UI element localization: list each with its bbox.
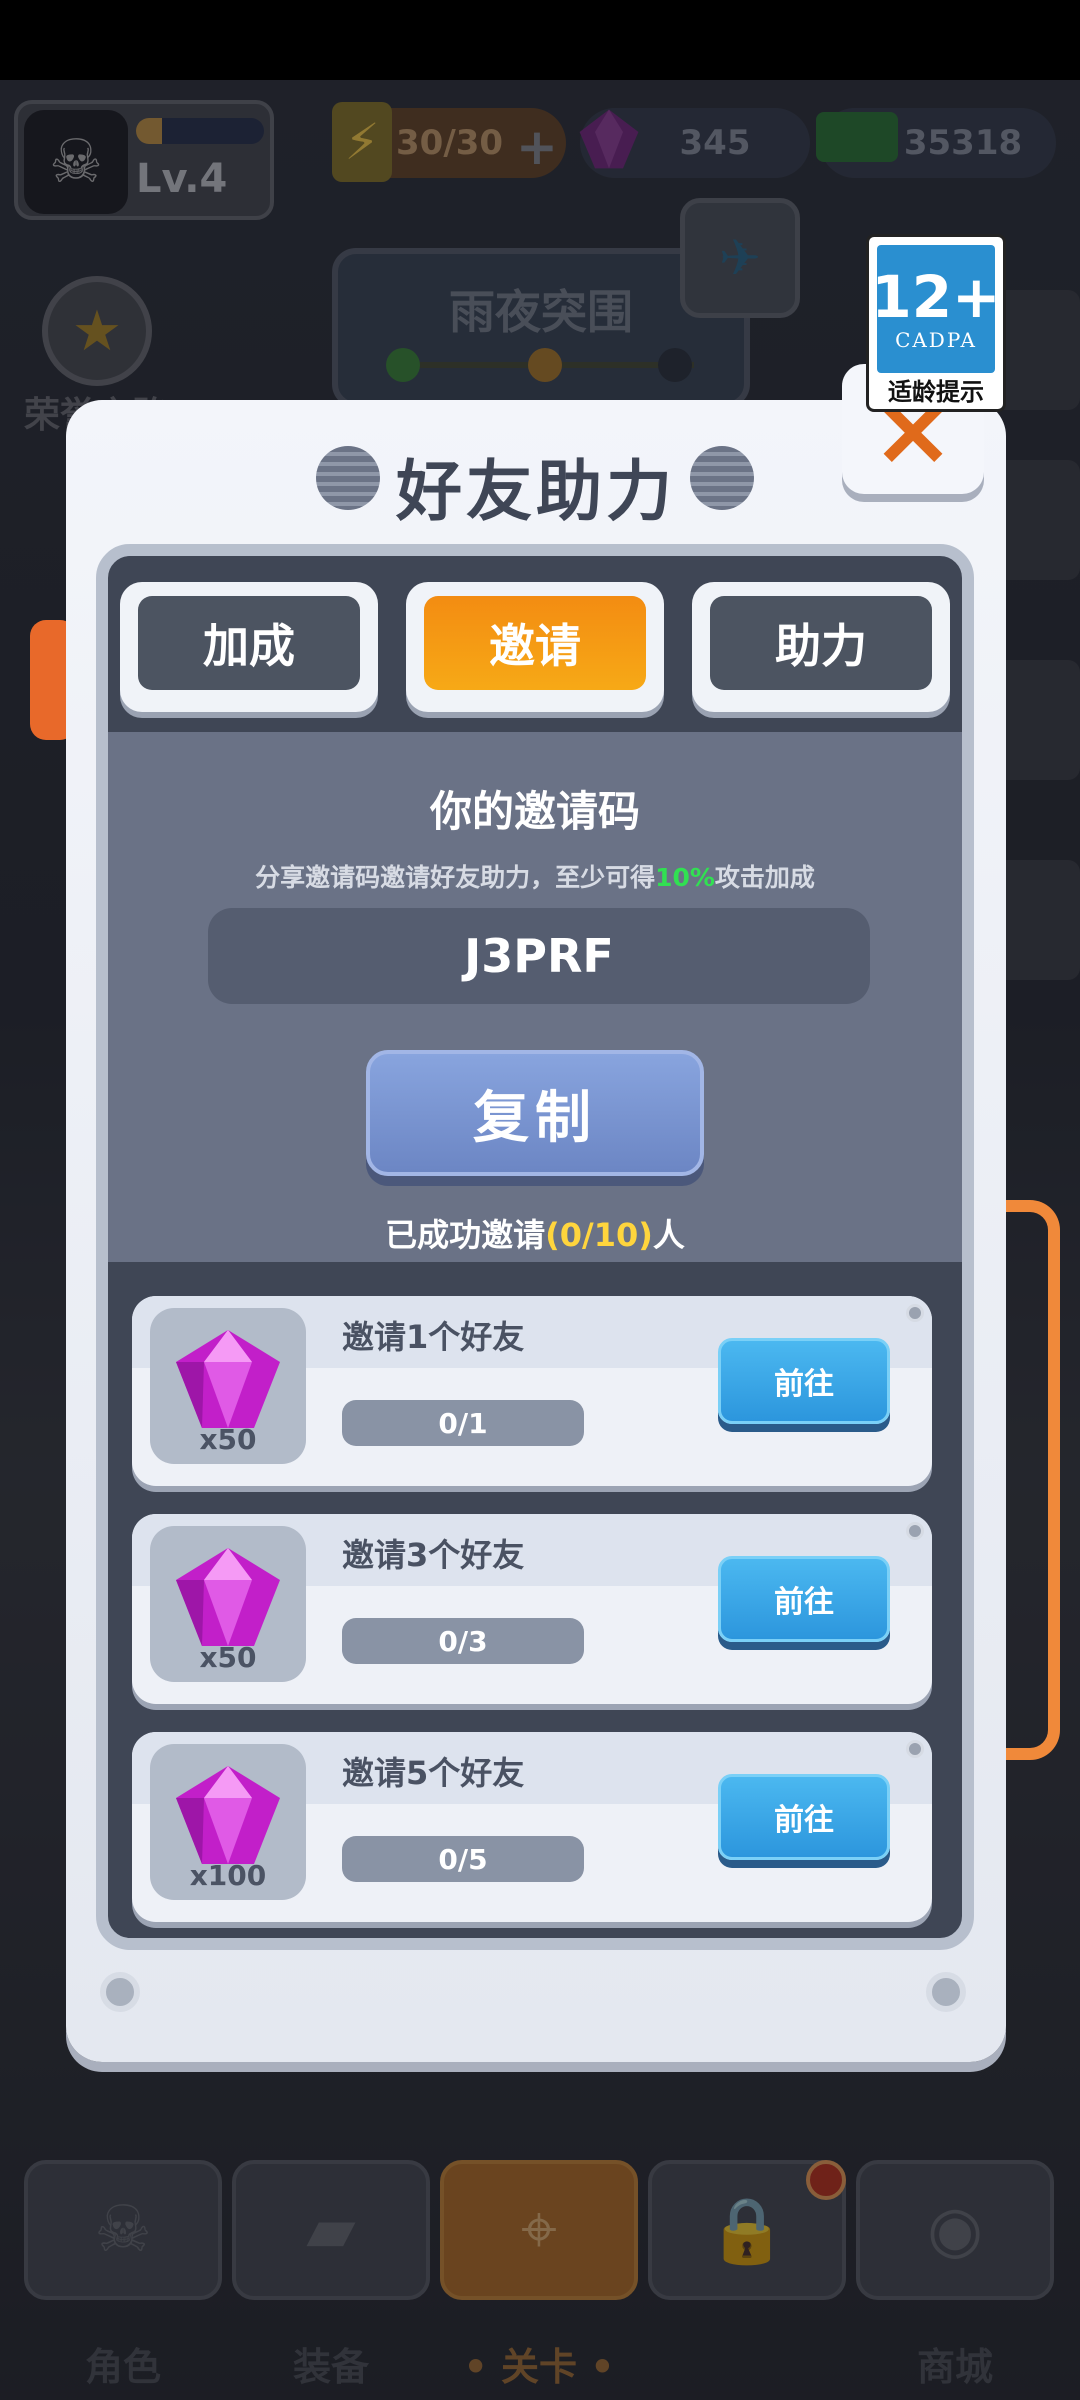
reward-quantity: x50 [199,1641,257,1674]
age-rating: 12+ [871,263,1001,331]
task-name: 邀请5个好友 [342,1754,525,1792]
dialog-body: 加成 邀请 助力 你的邀请码 分享邀请码邀请好友助力，至少可得10%攻击加成 J… [96,544,974,1950]
invited-count-value: (0/10) [545,1216,653,1254]
copy-button[interactable]: 复制 [366,1050,704,1176]
invite-code: J3PRF [208,908,870,1004]
friend-assist-dialog: 好友助力 加成 邀请 助力 你的邀请码 分享邀请码邀请好友助力，至少可得10%攻… [66,400,1006,2062]
invited-count-suffix: 人 [652,1216,685,1254]
rivet [906,1740,924,1758]
reward-box: x100 [150,1744,306,1900]
go-button[interactable]: 前往 [718,1556,890,1642]
reward-box: x50 [150,1308,306,1464]
dialog-handle [1004,1200,1060,1760]
gem-icon [176,1330,280,1428]
reward-box: x50 [150,1526,306,1682]
task-progress: 0/1 [342,1400,584,1446]
screw [926,1972,966,2012]
task-name: 邀请1个好友 [342,1318,525,1356]
tab-label: 助力 [710,596,932,690]
invited-count: 已成功邀请(0/10)人 [108,1210,962,1256]
gem-icon [176,1766,280,1864]
age-rating-org: CADPA [895,328,977,352]
age-rating-hint: 适龄提示 [888,378,984,406]
task-name: 邀请3个好友 [342,1536,525,1574]
reward-quantity: x100 [189,1859,267,1892]
task-progress: 0/3 [342,1618,584,1664]
tab-assist[interactable]: 助力 [692,582,950,712]
reward-quantity: x50 [199,1423,257,1456]
gem-icon [176,1548,280,1646]
age-rating-badge: 12+ CADPA 适龄提示 [866,234,1006,412]
invite-section: 你的邀请码 分享邀请码邀请好友助力，至少可得10%攻击加成 J3PRF 复制 已… [108,732,962,1262]
invite-desc-prefix: 分享邀请码邀请好友助力，至少可得 [255,863,656,892]
task-progress: 0/5 [342,1836,584,1882]
tab-label: 加成 [138,596,360,690]
invite-description: 分享邀请码邀请好友助力，至少可得10%攻击加成 [108,858,962,894]
tab-label: 邀请 [424,596,646,690]
list-item: x100 邀请5个好友 0/5 前往 [132,1732,932,1922]
go-button[interactable]: 前往 [718,1338,890,1424]
list-item: x50 邀请1个好友 0/1 前往 [132,1296,932,1486]
tab-bonus[interactable]: 加成 [120,582,378,712]
tab-invite[interactable]: 邀请 [406,582,664,712]
invite-desc-suffix: 攻击加成 [714,863,815,892]
invite-heading: 你的邀请码 [429,787,640,836]
rivet [906,1522,924,1540]
rivet [906,1304,924,1322]
invited-count-prefix: 已成功邀请 [385,1216,546,1254]
list-item: x50 邀请3个好友 0/3 前往 [132,1514,932,1704]
invite-desc-percent: 10% [655,863,715,892]
screw [100,1972,140,2012]
go-button[interactable]: 前往 [718,1774,890,1860]
